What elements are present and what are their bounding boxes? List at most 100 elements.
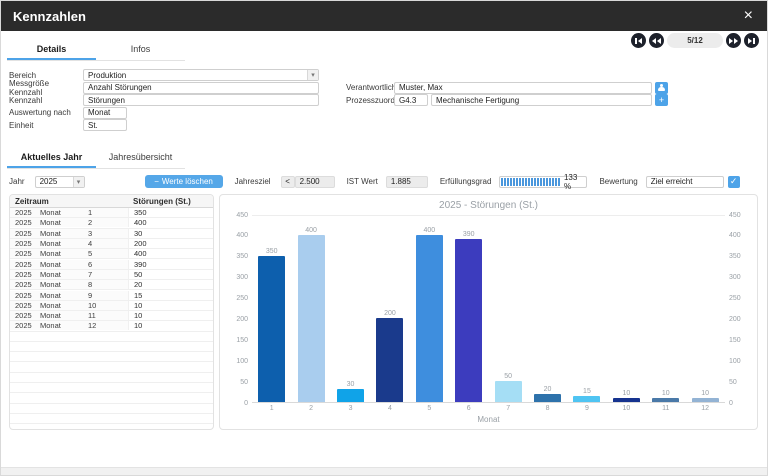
jahresziel-operator-field[interactable]: <: [281, 176, 295, 188]
titlebar: Kennzahlen ×: [1, 1, 767, 31]
row-period: Monat: [40, 301, 88, 310]
bar-slot: 400: [410, 227, 448, 402]
bewertung-label: Bewertung: [599, 177, 637, 186]
y-tick-label: 200: [236, 316, 248, 323]
row-year: 2025: [10, 218, 40, 227]
row-month-number: 3: [88, 229, 128, 238]
tab-details[interactable]: Details: [7, 39, 96, 60]
row-month-number: 4: [88, 239, 128, 248]
table-header: Zeitraum Störungen (St.): [10, 195, 213, 208]
tab-jahresuebersicht[interactable]: Jahresübersicht: [96, 147, 185, 168]
row-month-number: 8: [88, 280, 128, 289]
auswertung-field[interactable]: Monat: [83, 107, 127, 119]
ist-wert-field[interactable]: 1.885: [386, 176, 428, 188]
arrow-right-icon: [729, 38, 733, 44]
x-tick-label: 2: [292, 405, 330, 412]
row-value: 20: [128, 280, 213, 289]
table-row[interactable]: 2025Monat2400: [10, 218, 213, 228]
table-row[interactable]: 2025Monat4200: [10, 239, 213, 249]
add-process-button[interactable]: +: [655, 94, 668, 106]
messgroesse-field[interactable]: Anzahl Störungen: [83, 82, 319, 94]
table-row-empty[interactable]: [10, 352, 213, 362]
row-month-number: 1: [88, 208, 128, 217]
jahresziel-label: Jahresziel: [235, 177, 271, 186]
table-row-empty[interactable]: [10, 362, 213, 372]
table-row[interactable]: 2025Monat750: [10, 270, 213, 280]
previous-record-button[interactable]: [649, 33, 664, 48]
jahr-select[interactable]: 2025 ▾: [35, 176, 85, 188]
value-header: Störungen (St.): [128, 197, 213, 206]
jahresziel-value-field[interactable]: 2.500: [295, 176, 335, 188]
bar: [613, 398, 640, 402]
tab-infos[interactable]: Infos: [96, 39, 185, 60]
close-icon[interactable]: ×: [744, 8, 753, 24]
bar-value-label: 390: [463, 231, 475, 238]
bar-slot: 400: [292, 227, 330, 402]
y-tick-label: 400: [236, 232, 248, 239]
einheit-field[interactable]: St.: [83, 119, 127, 131]
chevron-down-icon: ▾: [73, 177, 84, 187]
table-row[interactable]: 2025Monat915: [10, 290, 213, 300]
table-row[interactable]: 2025Monat330: [10, 229, 213, 239]
x-tick-label: 1: [253, 405, 291, 412]
bar: [573, 396, 600, 402]
table-row[interactable]: 2025Monat1350: [10, 208, 213, 218]
prozess-name-field[interactable]: Mechanische Fertigung: [431, 94, 652, 106]
y-axis-left: 450400350300250200150100500: [226, 215, 252, 403]
row-value: 10: [128, 311, 213, 320]
arrow-left-icon: [652, 38, 656, 44]
x-tick-label: 5: [410, 405, 448, 412]
y-tick-label: 100: [729, 358, 741, 365]
window-title: Kennzahlen: [13, 9, 86, 24]
erfuellungsgrad-label: Erfüllungsgrad: [440, 177, 492, 186]
arrow-left-icon: [638, 38, 642, 44]
table-row[interactable]: 2025Monat1210: [10, 321, 213, 331]
bereich-select[interactable]: Produktion ▾: [83, 69, 319, 81]
y-tick-label: 150: [236, 337, 248, 344]
select-person-button[interactable]: [655, 82, 668, 94]
table-row[interactable]: 2025Monat5400: [10, 249, 213, 259]
table-row-empty[interactable]: [10, 373, 213, 383]
x-tick-label: 6: [450, 405, 488, 412]
first-record-button[interactable]: [631, 33, 646, 48]
tab-aktuelles-jahr[interactable]: Aktuelles Jahr: [7, 147, 96, 168]
row-year: 2025: [10, 280, 40, 289]
verantwortlich-label: Verantwortlich: [346, 83, 394, 92]
bar: [258, 256, 285, 402]
row-period: Monat: [40, 229, 88, 238]
table-row-empty[interactable]: [10, 342, 213, 352]
x-tick-label: 7: [489, 405, 527, 412]
bar-value-label: 200: [384, 310, 396, 317]
bar-value-label: 400: [305, 227, 317, 234]
last-record-button[interactable]: [744, 33, 759, 48]
table-row[interactable]: 2025Monat1110: [10, 311, 213, 321]
y-tick-label: 250: [729, 295, 741, 302]
verantwortlich-field[interactable]: Muster, Max: [394, 82, 652, 94]
table-row-empty[interactable]: [10, 414, 213, 424]
werte-loeschen-button[interactable]: − Werte löschen: [145, 175, 223, 188]
row-period: Monat: [40, 208, 88, 217]
record-position-badge: 5/12: [667, 33, 723, 48]
kennzahl-field[interactable]: Störungen: [83, 94, 319, 106]
bar-slot: 20: [529, 386, 567, 402]
table-row-empty[interactable]: [10, 332, 213, 342]
prozess-code-field[interactable]: G4.3: [394, 94, 428, 106]
table-row[interactable]: 2025Monat820: [10, 280, 213, 290]
x-axis-title: Monat: [252, 415, 725, 424]
bar-value-label: 350: [266, 248, 278, 255]
minus-icon: −: [154, 177, 159, 186]
table-row-empty[interactable]: [10, 404, 213, 414]
progress-fill: [501, 178, 561, 186]
bewertung-checkbox[interactable]: ✓: [728, 176, 740, 188]
table-row-empty[interactable]: [10, 393, 213, 403]
arrow-left-icon: [657, 38, 661, 44]
erfuellungsgrad-progressbar: 133 %: [499, 176, 587, 188]
next-record-button[interactable]: [726, 33, 741, 48]
table-row[interactable]: 2025Monat1010: [10, 301, 213, 311]
bar-slot: 50: [489, 373, 527, 402]
table-row-empty[interactable]: [10, 383, 213, 393]
bewertung-field[interactable]: Ziel erreicht: [646, 176, 724, 188]
table-row[interactable]: 2025Monat6390: [10, 259, 213, 269]
y-tick-label: 0: [244, 400, 248, 407]
year-tabs: Aktuelles Jahr Jahresübersicht: [7, 147, 185, 169]
